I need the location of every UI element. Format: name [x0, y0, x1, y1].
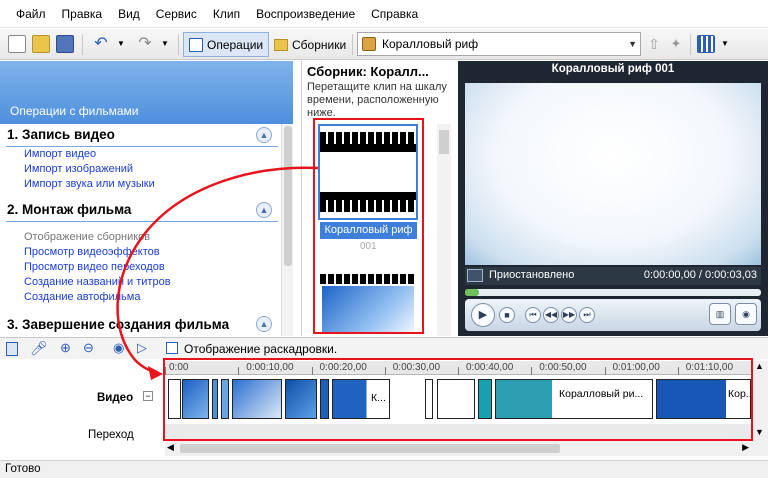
annotation-arrow [116, 166, 319, 380]
status-bar: Готово [0, 460, 768, 478]
